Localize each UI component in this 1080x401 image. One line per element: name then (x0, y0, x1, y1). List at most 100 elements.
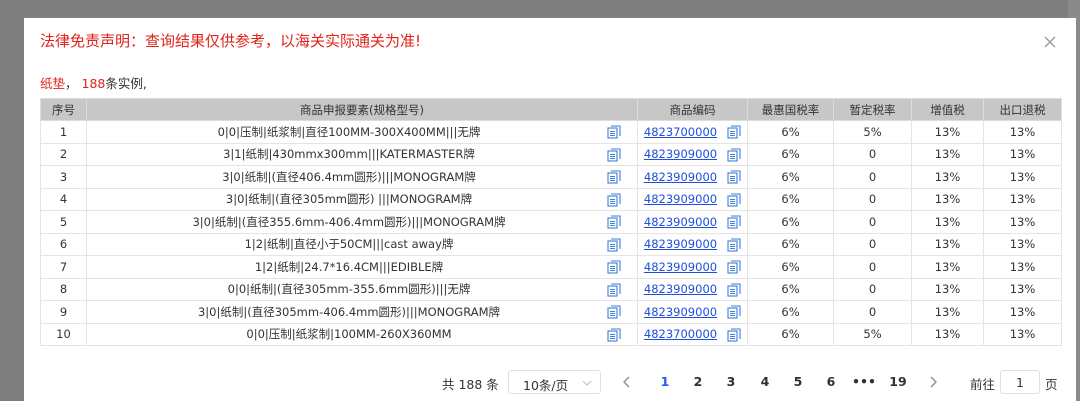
row-mfn-rate: 6% (747, 322, 834, 346)
goto-page-input[interactable]: 1 (1000, 370, 1040, 394)
row-mfn-rate: 6% (747, 232, 834, 256)
hs-code-link[interactable]: 4823700000 (644, 125, 717, 139)
row-temp-rate: 5% (833, 120, 912, 144)
col-header-desc: 商品申报要素(规格型号) (86, 98, 638, 121)
page-6-button[interactable]: 6 (819, 374, 843, 389)
row-desc-text: 3|0|纸制|(直径305mm-406.4mm圆形)|||MONOGRAM牌 (197, 304, 501, 319)
page-4-button[interactable]: 4 (753, 374, 777, 389)
row-mfn-rate: 6% (747, 210, 834, 234)
hs-code-link[interactable]: 4823909000 (644, 282, 717, 296)
copy-icon[interactable] (727, 305, 741, 319)
row-rebate: 13% (983, 165, 1062, 189)
hs-code-link[interactable]: 4823909000 (644, 170, 717, 184)
row-vat: 13% (911, 165, 984, 189)
row-vat: 13% (911, 210, 984, 234)
row-vat: 13% (911, 277, 984, 301)
copy-icon[interactable] (607, 125, 621, 139)
hs-code-link[interactable]: 4823909000 (644, 192, 717, 206)
copy-icon[interactable] (607, 215, 621, 229)
row-desc: 0|0|纸制|(直径305mm-355.6mm圆形)|||无牌 (86, 277, 638, 301)
search-keyword: 纸垫 (40, 76, 66, 91)
more-pages-button[interactable]: ••• (852, 374, 876, 389)
copy-icon[interactable] (607, 192, 621, 207)
copy-icon[interactable] (727, 327, 741, 342)
row-desc-text: 3|1|纸制|430mmx300mm|||KATERMASTER牌 (223, 147, 475, 162)
row-desc: 3|0|纸制|(直径355.6mm-406.4mm圆形)|||MONOGRAM牌 (86, 210, 638, 234)
row-mfn-rate: 6% (747, 187, 834, 211)
result-summary: 纸垫， 188条实例, (40, 73, 147, 92)
copy-icon[interactable] (727, 260, 741, 274)
hs-code-link[interactable]: 4823700000 (644, 327, 717, 341)
page-5-button[interactable]: 5 (786, 374, 810, 389)
hs-code-link[interactable]: 4823909000 (644, 305, 717, 319)
chevron-left-icon[interactable] (622, 375, 632, 389)
row-desc: 3|1|纸制|430mmx300mm|||KATERMASTER牌 (86, 142, 638, 166)
table-header-row: 序号 商品申报要素(规格型号) 商品编码 最惠国税率 暂定税率 增值税 出口退税 (40, 98, 1062, 121)
row-code: 4823909000 (637, 232, 748, 256)
row-vat: 13% (911, 187, 984, 211)
table-row: 2 3|1|纸制|430mmx300mm|||KATERMASTER牌 482390… (40, 142, 1062, 166)
row-code: 4823909000 (637, 210, 748, 234)
hs-code-link[interactable]: 4823909000 (644, 147, 717, 161)
row-desc-text: 1|2|纸制|24.7*16.4CM|||EDIBLE牌 (254, 259, 444, 274)
hs-code-link[interactable]: 4823909000 (644, 237, 717, 251)
row-desc-text: 1|2|纸制|直径小于50CM|||cast away牌 (244, 237, 454, 252)
pagination-total: 共 188 条 (442, 377, 499, 392)
row-mfn-rate: 6% (747, 165, 834, 189)
row-vat: 13% (911, 142, 984, 166)
table-row: 5 3|0|纸制|(直径355.6mm-406.4mm圆形)|||MONOGRAM… (40, 210, 1062, 234)
hs-code-dialog: 法律免责声明：查询结果仅供参考，以海关实际通关为准! 纸垫， 188条实例, 序… (24, 18, 1076, 401)
row-desc: 3|0|纸制|(直径406.4mm圆形)|||MONOGRAM牌 (86, 165, 638, 189)
row-temp-rate: 0 (833, 255, 912, 279)
copy-icon[interactable] (727, 192, 741, 207)
copy-icon[interactable] (607, 327, 621, 342)
copy-icon[interactable] (607, 170, 621, 184)
row-temp-rate: 0 (833, 142, 912, 166)
chevron-right-icon[interactable] (928, 375, 938, 389)
table-row: 1 0|0|压制|纸浆制|直径100MM-300X400MM|||无牌 482370… (40, 120, 1062, 144)
row-rebate: 13% (983, 300, 1062, 324)
copy-icon[interactable] (607, 147, 621, 162)
row-desc: 3|0|纸制|(直径305mm圆形) |||MONOGRAM牌 (86, 187, 638, 211)
copy-icon[interactable] (607, 237, 621, 252)
row-no: 4 (40, 187, 87, 211)
row-vat: 13% (911, 300, 984, 324)
hs-code-link[interactable]: 4823909000 (644, 260, 717, 274)
row-desc-text: 0|0|压制|纸浆制|100MM-260X360MM (246, 327, 452, 342)
copy-icon[interactable] (607, 305, 621, 319)
row-desc: 0|0|压制|纸浆制|直径100MM-300X400MM|||无牌 (86, 120, 638, 144)
copy-icon[interactable] (727, 170, 741, 184)
row-code: 4823700000 (637, 120, 748, 144)
goto-label: 前往 (970, 377, 996, 392)
page-2-button[interactable]: 2 (686, 374, 710, 389)
table-row: 10 0|0|压制|纸浆制|100MM-260X360MM 4823700000 6%… (40, 322, 1062, 346)
copy-icon[interactable] (727, 147, 741, 162)
hs-code-link[interactable]: 4823909000 (644, 215, 717, 229)
row-mfn-rate: 6% (747, 255, 834, 279)
result-count: 188 (81, 76, 106, 91)
close-icon[interactable] (1042, 34, 1058, 50)
page-19-button[interactable]: 19 (886, 374, 910, 389)
copy-icon[interactable] (727, 125, 741, 139)
row-vat: 13% (911, 232, 984, 256)
pagination: 共 188 条 10条/页 1 2 3 4 5 6 ••• 19 前往 1 页 (24, 370, 1076, 394)
row-mfn-rate: 6% (747, 277, 834, 301)
copy-icon[interactable] (727, 215, 741, 229)
page-1-button[interactable]: 1 (653, 374, 677, 389)
copy-icon[interactable] (727, 237, 741, 252)
page-3-button[interactable]: 3 (719, 374, 743, 389)
copy-icon[interactable] (727, 282, 741, 297)
row-code: 4823909000 (637, 165, 748, 189)
copy-icon[interactable] (607, 260, 621, 274)
row-rebate: 13% (983, 210, 1062, 234)
row-desc-text: 3|0|纸制|(直径305mm圆形) |||MONOGRAM牌 (225, 192, 473, 207)
row-no: 5 (40, 210, 87, 234)
row-no: 9 (40, 300, 87, 324)
row-rebate: 13% (983, 120, 1062, 144)
col-header-no: 序号 (40, 98, 87, 121)
copy-icon[interactable] (607, 282, 621, 297)
row-desc-text: 0|0|压制|纸浆制|直径100MM-300X400MM|||无牌 (217, 124, 481, 139)
row-temp-rate: 0 (833, 300, 912, 324)
row-desc-text: 3|0|纸制|(直径355.6mm-406.4mm圆形)|||MONOGRAM牌 (192, 214, 506, 229)
page-size-select[interactable]: 10条/页 (508, 370, 601, 394)
